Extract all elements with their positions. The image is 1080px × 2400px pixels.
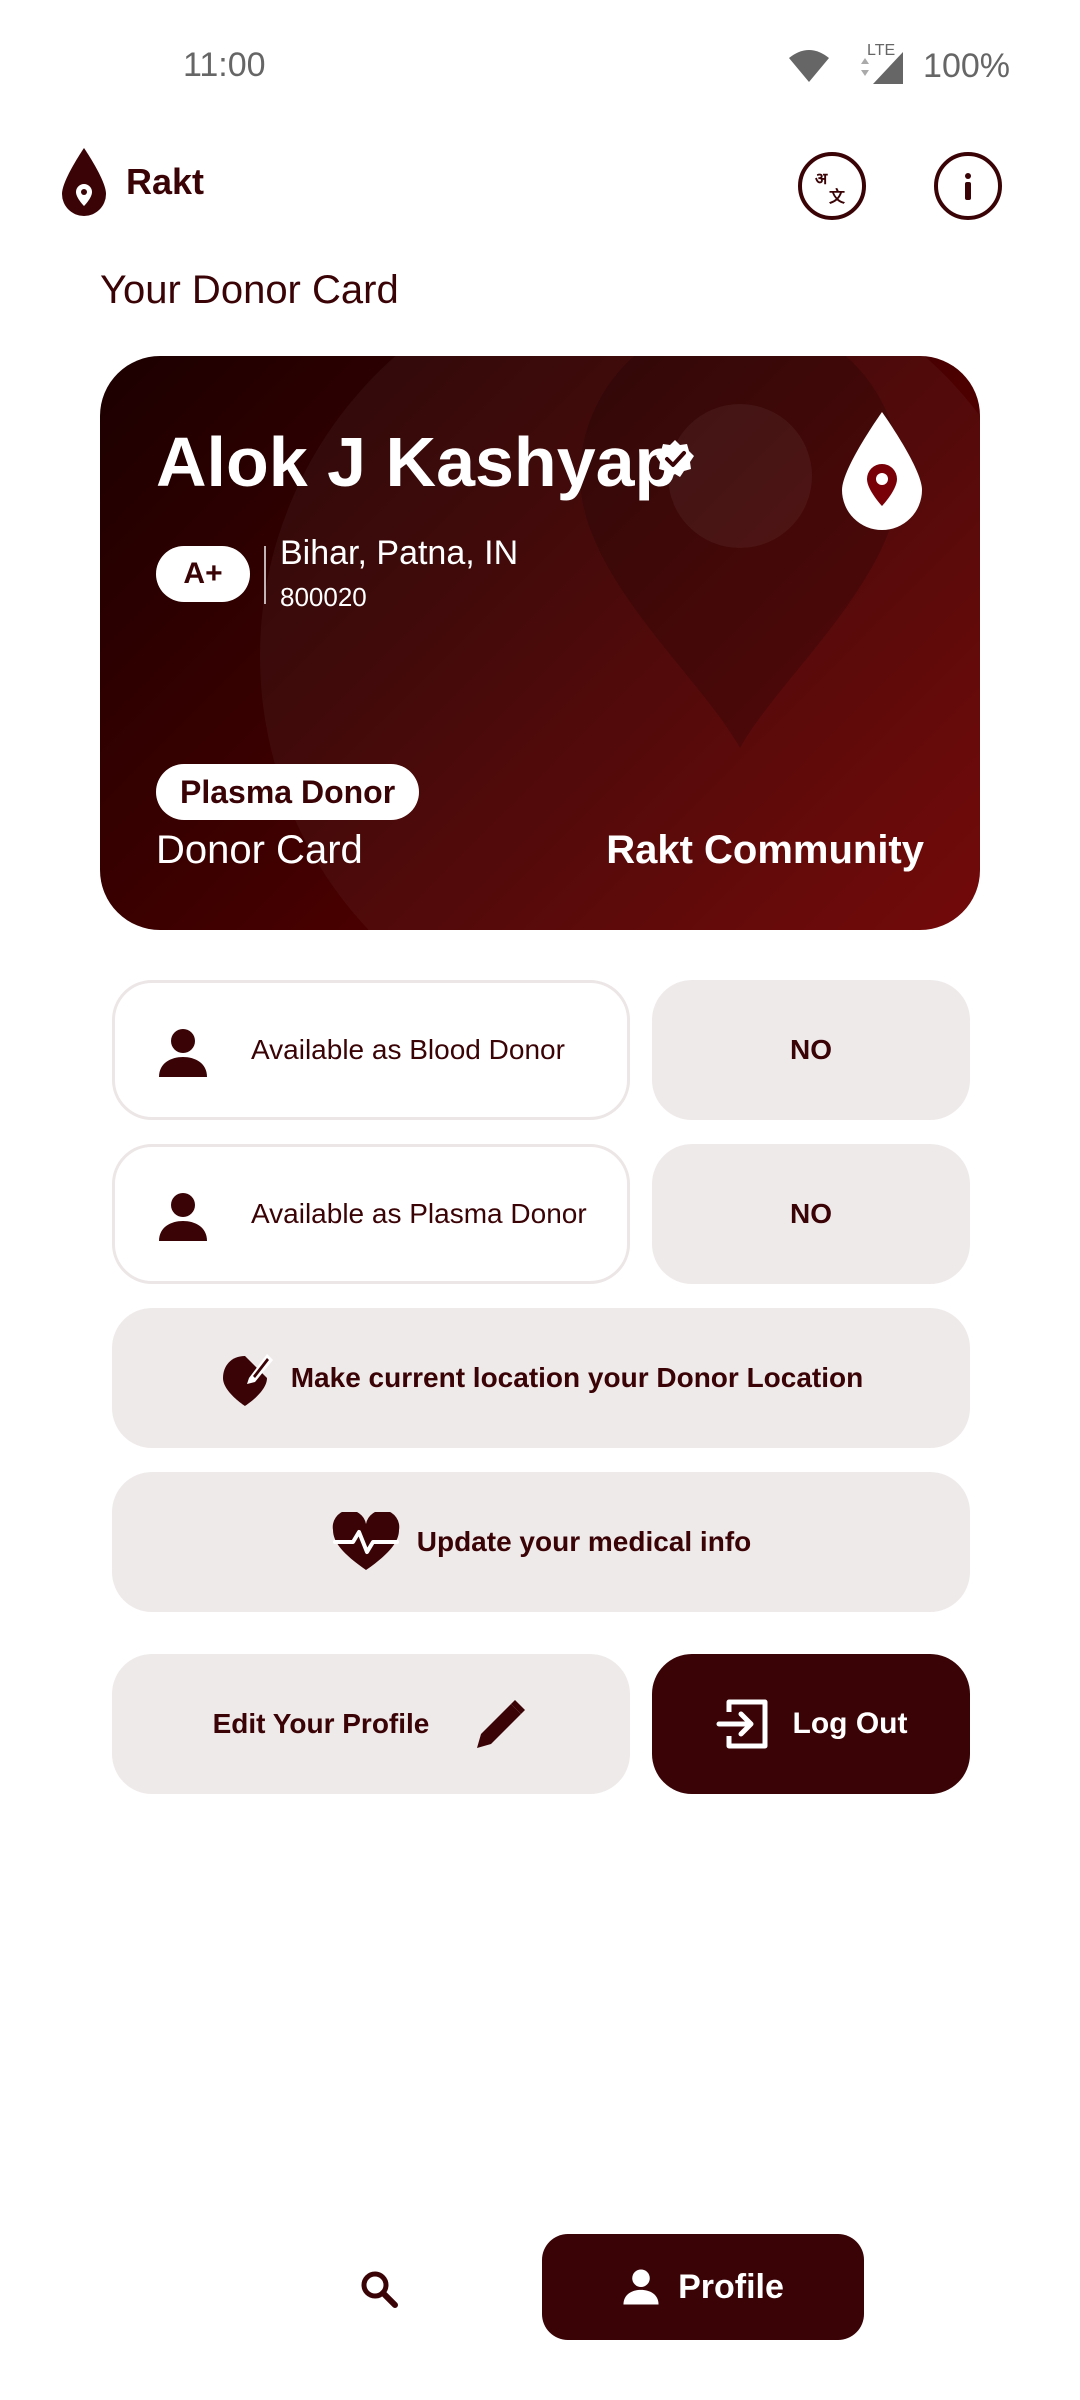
blood-group-badge: A+ <box>156 546 250 602</box>
nav-profile-label: Profile <box>678 2267 784 2306</box>
person-icon <box>623 2269 659 2305</box>
blood-drop-logo-icon <box>62 148 106 216</box>
donor-type-badge: Plasma Donor <box>156 764 420 820</box>
app-screen: 11:00 LTE 100% Rakt अ 文 Your Donor Card … <box>0 0 1080 2400</box>
blood-donor-toggle[interactable]: NO <box>652 980 970 1120</box>
nav-search-button[interactable] <box>352 2262 406 2316</box>
availability-label: Available as Blood Donor <box>251 1034 565 1065</box>
svg-text:अ: अ <box>815 169 828 188</box>
pencil-icon <box>477 1700 526 1748</box>
battery-level: 100% <box>923 46 1010 85</box>
set-donor-location-button[interactable]: Make current location your Donor Locatio… <box>112 1308 970 1448</box>
logout-button[interactable]: Log Out <box>652 1654 970 1794</box>
translate-icon: अ 文 <box>815 169 846 206</box>
translate-button[interactable]: अ 文 <box>798 152 866 220</box>
nav-profile-button[interactable]: Profile <box>542 2234 864 2340</box>
person-icon <box>159 1029 207 1077</box>
info-icon <box>965 173 971 200</box>
blood-drop-icon <box>842 412 922 530</box>
info-button[interactable] <box>934 152 1002 220</box>
status-icons: LTE 100% <box>787 42 1010 86</box>
status-bar: 11:00 LTE 100% <box>0 0 1080 130</box>
logout-icon <box>716 1699 768 1749</box>
status-time: 11:00 <box>183 46 266 84</box>
donor-card: Alok J Kashyap A+ Bihar, Patna, IN 80002… <box>100 356 980 930</box>
donor-location: Bihar, Patna, IN <box>280 534 519 572</box>
person-icon <box>159 1193 207 1241</box>
section-title: Your Donor Card <box>100 268 399 312</box>
app-header: Rakt अ 文 <box>0 140 1080 230</box>
availability-label: Available as Plasma Donor <box>251 1198 587 1229</box>
donor-name: Alok J Kashyap <box>156 423 678 501</box>
plasma-donor-availability: Available as Plasma Donor <box>112 1144 630 1284</box>
app-name: Rakt <box>126 161 205 202</box>
verified-badge-icon <box>656 440 694 477</box>
update-medical-info-label: Update your medical info <box>416 1526 752 1557</box>
wifi-icon <box>789 50 830 82</box>
card-divider <box>264 546 266 604</box>
set-donor-location-label: Make current location your Donor Locatio… <box>290 1362 864 1393</box>
heart-pulse-icon <box>332 1512 400 1570</box>
edit-location-icon <box>222 1354 273 1406</box>
donor-pincode: 800020 <box>280 582 367 612</box>
svg-text:文: 文 <box>829 187 846 206</box>
edit-profile-button[interactable]: Edit Your Profile <box>112 1654 630 1794</box>
card-label: Donor Card <box>156 828 363 872</box>
plasma-donor-toggle[interactable]: NO <box>652 1144 970 1284</box>
blood-donor-availability: Available as Blood Donor <box>112 980 630 1120</box>
edit-profile-label: Edit Your Profile <box>212 1708 430 1739</box>
brand: Rakt <box>60 146 204 218</box>
community-label: Rakt Community <box>606 828 924 872</box>
update-medical-info-button[interactable]: Update your medical info <box>112 1472 970 1612</box>
logout-label: Log Out <box>792 1707 908 1740</box>
lte-signal-icon: LTE <box>849 42 905 86</box>
search-icon <box>361 2271 398 2308</box>
